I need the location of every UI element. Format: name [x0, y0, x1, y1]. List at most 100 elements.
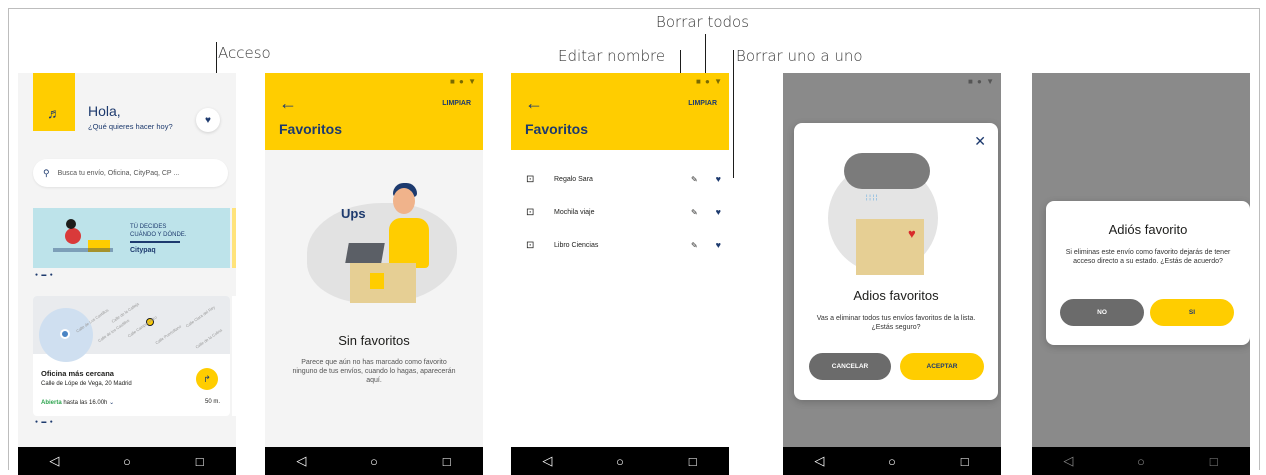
- chevron-down-icon: ⌄: [109, 400, 115, 406]
- dialog-description: Si eliminas este envío como favorito dej…: [1065, 249, 1231, 265]
- no-button[interactable]: NO: [1060, 299, 1144, 326]
- street-label: Calle de la Colina: [194, 327, 223, 350]
- confirm-dialog: ✕ ¦ ¦ ¦ ¦ ♥ Adios favoritos Vas a elimin…: [794, 123, 998, 400]
- package-icon: ⊡: [526, 239, 535, 251]
- back-arrow-icon[interactable]: ←: [279, 93, 297, 114]
- confirm-dialog: Adiós favorito Si eliminas este envío co…: [1046, 201, 1250, 345]
- broken-heart-icon: ♥: [908, 226, 916, 241]
- nav-back-icon[interactable]: ◁: [1058, 453, 1078, 469]
- android-navbar: ◁ ○ □: [18, 447, 236, 475]
- nav-back-icon[interactable]: ◁: [291, 453, 311, 469]
- heart-icon[interactable]: ♥: [707, 174, 721, 184]
- nav-back-icon[interactable]: ◁: [44, 453, 64, 469]
- office-distance: 50 m.: [204, 399, 220, 405]
- close-icon[interactable]: ✕: [974, 133, 986, 150]
- nav-home-icon[interactable]: ○: [117, 454, 137, 469]
- cancel-button[interactable]: CANCELAR: [809, 353, 891, 380]
- ups-label: Ups: [341, 206, 366, 221]
- screen-home: ♬ Hola, ¿Qué quieres hacer hoy? ♥ ⚲ Busc…: [18, 73, 236, 475]
- nav-home-icon[interactable]: ○: [882, 454, 902, 469]
- page-title: Favoritos: [525, 121, 589, 137]
- office-hours-text: hasta las 16.00h: [63, 400, 108, 406]
- search-input[interactable]: ⚲ Busca tu envío, Oficina, CityPaq, CP .…: [33, 159, 228, 187]
- clear-button[interactable]: LIMPIAR: [688, 100, 717, 107]
- empty-description: Parece que aún no has marcado como favor…: [292, 359, 456, 384]
- office-title: Oficina más cercana: [41, 369, 114, 378]
- correos-logo: ♬: [33, 73, 75, 131]
- list-item[interactable]: ⊡ Mochila viaje ✎ ♥: [526, 204, 721, 220]
- screen-delete-one-dialog: Adiós favorito Si eliminas este envío co…: [1032, 73, 1250, 475]
- pencil-icon[interactable]: ✎: [691, 208, 707, 217]
- banner-line1: TÚ DECIDES: [130, 224, 167, 230]
- heart-icon[interactable]: ♥: [707, 207, 721, 217]
- favorite-name: Libro Ciencias: [554, 241, 599, 249]
- banner-illustration: [53, 219, 113, 252]
- status-bar-icons: ■ ● ▼: [449, 77, 477, 86]
- header: ■ ● ▼ ← Favoritos LIMPIAR: [511, 73, 729, 150]
- next-banner-peek: [232, 208, 236, 268]
- pencil-icon[interactable]: ✎: [691, 241, 707, 250]
- favorite-name: Mochila viaje: [554, 208, 595, 216]
- heart-icon[interactable]: ♥: [707, 240, 721, 250]
- directions-button[interactable]: ↱: [196, 368, 218, 390]
- directions-icon: ↱: [203, 373, 211, 384]
- annotation-acceso: Acceso: [218, 44, 271, 62]
- nav-back-icon[interactable]: ◁: [809, 453, 829, 469]
- yes-button[interactable]: SI: [1150, 299, 1234, 326]
- heart-icon: ♥: [205, 114, 211, 126]
- illustration-laptop: [345, 243, 385, 263]
- office-hours[interactable]: Abierta hasta las 16.00h ⌄: [41, 399, 114, 406]
- rain-icon: ¦ ¦ ¦ ¦: [866, 195, 878, 201]
- nav-home-icon[interactable]: ○: [364, 454, 384, 469]
- pencil-icon[interactable]: ✎: [691, 175, 707, 184]
- header: ■ ● ▼ ← Favoritos LIMPIAR: [265, 73, 483, 150]
- screen-delete-all-dialog: ■ ● ▼ ✕ ¦ ¦ ¦ ¦ ♥ Adios favoritos Vas a …: [783, 73, 1001, 475]
- nav-recents-icon[interactable]: □: [437, 454, 457, 469]
- map[interactable]: Calle de Los Castillos Calle de la Calle…: [33, 296, 230, 362]
- clear-button[interactable]: LIMPIAR: [442, 100, 471, 107]
- annotation-borrar-uno: Borrar uno a uno: [736, 47, 863, 65]
- carousel-dots[interactable]: ● ▬ ●: [35, 272, 54, 278]
- back-arrow-icon[interactable]: ←: [525, 93, 543, 114]
- next-card-peek: [232, 296, 236, 416]
- banner-brand: Citypaq: [130, 247, 156, 254]
- nav-recents-icon[interactable]: □: [955, 454, 975, 469]
- dialog-title: Adios favoritos: [853, 288, 939, 303]
- office-open-status: Abierta: [41, 400, 62, 406]
- nav-home-icon[interactable]: ○: [1131, 454, 1151, 469]
- search-placeholder: Busca tu envío, Oficina, CityPaq, CP ...: [57, 169, 180, 177]
- current-location-icon: [60, 329, 70, 339]
- nav-home-icon[interactable]: ○: [610, 454, 630, 469]
- nearest-office-card[interactable]: Calle de Los Castillos Calle de la Calle…: [33, 296, 230, 416]
- cloud-icon: [844, 153, 930, 189]
- office-address: Calle de Lópe de Vega, 20 Madrid: [41, 381, 132, 387]
- banner-text: TÚ DECIDES CUÁNDO Y DÓNDE.: [130, 223, 186, 239]
- greeting: Hola,: [88, 103, 121, 119]
- illustration-person-head: [393, 188, 415, 214]
- horn-icon: ♬: [47, 105, 61, 121]
- status-bar-icons: ■ ● ▼: [967, 77, 995, 86]
- status-bar-icons: ■ ● ▼: [695, 77, 723, 86]
- screen-favorites-empty: ■ ● ▼ ← Favoritos LIMPIAR Ups Sin favori…: [265, 73, 483, 475]
- greeting-subtitle: ¿Qué quieres hacer hoy?: [88, 122, 173, 131]
- annotation-line-borrar-uno: [733, 50, 734, 178]
- search-icon: ⚲: [43, 167, 50, 178]
- street-label: Calle Puertollano: [154, 323, 183, 346]
- nav-recents-icon[interactable]: □: [683, 454, 703, 469]
- street-label: Calle Camporamiro: [126, 314, 158, 339]
- nav-back-icon[interactable]: ◁: [537, 453, 557, 469]
- nav-recents-icon[interactable]: □: [1204, 454, 1224, 469]
- android-navbar: ◁ ○ □: [265, 447, 483, 475]
- carousel-dots[interactable]: ● ▬ ●: [35, 419, 54, 425]
- accept-button[interactable]: ACEPTAR: [900, 353, 984, 380]
- favorites-button[interactable]: ♥: [196, 108, 220, 132]
- list-item[interactable]: ⊡ Libro Ciencias ✎ ♥: [526, 237, 721, 253]
- illustration-box-label: [370, 273, 384, 289]
- list-item[interactable]: ⊡ Regalo Sara ✎ ♥: [526, 171, 721, 187]
- package-icon: ⊡: [526, 173, 535, 185]
- page-title: Favoritos: [279, 121, 343, 137]
- nav-recents-icon[interactable]: □: [190, 454, 210, 469]
- banner-line2: CUÁNDO Y DÓNDE.: [130, 232, 187, 238]
- illustration-person-body: [389, 218, 429, 268]
- android-navbar: ◁ ○ □: [783, 447, 1001, 475]
